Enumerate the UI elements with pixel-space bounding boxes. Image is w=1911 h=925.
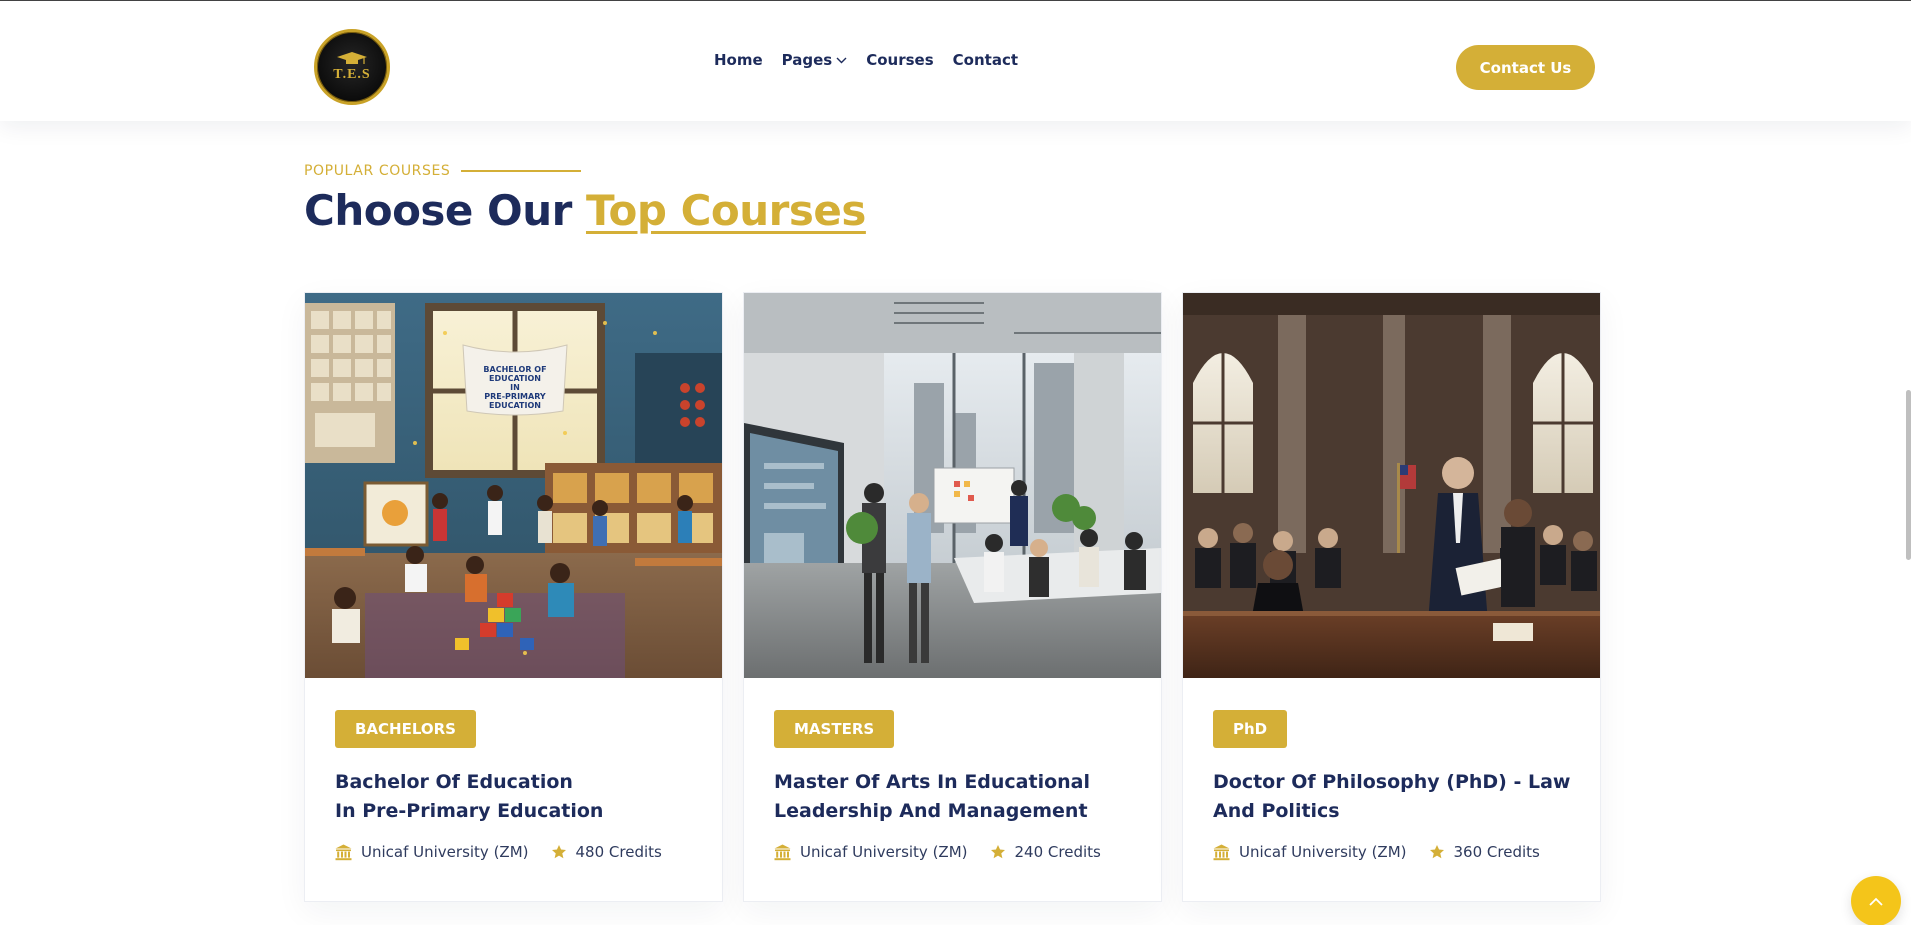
course-title-line2: Leadership And Management [774, 800, 1088, 822]
nav-home[interactable]: Home [714, 51, 763, 69]
nav-home-label: Home [714, 51, 763, 69]
institution-icon [774, 844, 791, 860]
course-university: Unicaf University (ZM) [1239, 843, 1407, 861]
institution-icon [1213, 844, 1230, 860]
star-icon [551, 845, 566, 859]
site-header: T.E.S Home Pages Courses Contact Contact… [0, 1, 1911, 121]
course-credits: 240 Credits [1014, 843, 1101, 861]
svg-text:IN: IN [510, 383, 520, 392]
course-title-line2: In Pre-Primary Education [335, 800, 604, 822]
nav-pages-label: Pages [781, 51, 833, 69]
course-credits: 360 Credits [1453, 843, 1540, 861]
course-image-office-meeting[interactable] [744, 293, 1161, 678]
eyebrow-label: POPULAR COURSES [304, 163, 451, 179]
course-image-classroom[interactable]: BACHELOR OFEDUCATIONIN PRE-PRIMARYEDUCAT… [305, 293, 722, 678]
course-title-line1: Master Of Arts In Educational [774, 771, 1091, 793]
title-accent: Top Courses [585, 186, 866, 235]
svg-text:EDUCATION: EDUCATION [489, 374, 541, 383]
logo-text: T.E.S [333, 66, 371, 82]
course-image-courtroom[interactable] [1183, 293, 1600, 678]
eyebrow-divider [461, 170, 582, 172]
nav-courses-label: Courses [866, 51, 934, 69]
course-meta: Unicaf University (ZM) 360 Credits [1213, 843, 1540, 861]
course-title-line1: Bachelor Of Education [335, 771, 573, 793]
nav-contact[interactable]: Contact [953, 51, 1018, 69]
course-title[interactable]: Doctor Of Philosophy (PhD) - Law And Poli… [1213, 768, 1573, 826]
course-level-badge[interactable]: BACHELORS [335, 710, 476, 748]
nav-pages[interactable]: Pages [782, 51, 848, 69]
section-eyebrow: POPULAR COURSES [304, 163, 582, 179]
main-nav: Home Pages Courses Contact [714, 51, 1018, 69]
course-level-badge[interactable]: PhD [1213, 710, 1288, 748]
page-scrollbar[interactable] [1906, 390, 1911, 560]
chevron-up-icon [1869, 897, 1883, 906]
course-university: Unicaf University (ZM) [361, 843, 529, 861]
course-title-line2: And Politics [1213, 800, 1340, 822]
course-university: Unicaf University (ZM) [800, 843, 968, 861]
scroll-to-top-button[interactable] [1851, 876, 1901, 925]
institution-icon [335, 844, 352, 860]
course-card-bachelors[interactable]: BACHELOR OF EDUCATION IN PRE-PRIMARY EDUCAT… [304, 292, 723, 902]
svg-text:BACHELOR OF: BACHELOR OF [483, 365, 546, 374]
nav-contact-label: Contact [952, 51, 1019, 69]
course-level-badge[interactable]: MASTERS [774, 710, 895, 748]
course-credits: 480 Credits [575, 843, 662, 861]
course-card-phd[interactable]: PhD Doctor Of Philosophy (PhD) - Law And … [1182, 292, 1601, 902]
chevron-down-icon [836, 57, 847, 63]
star-icon [990, 845, 1005, 859]
contact-us-button[interactable]: Contact Us [1456, 45, 1595, 90]
site-logo[interactable]: T.E.S [314, 29, 390, 105]
course-title[interactable]: Master Of Arts In Educational Leadership … [774, 768, 1134, 826]
nav-courses[interactable]: Courses [866, 51, 933, 69]
course-meta: Unicaf University (ZM) 240 Credits [774, 843, 1101, 861]
course-title-line1: Doctor Of Philosophy (PhD) - Law [1213, 771, 1571, 793]
svg-text:PRE-PRIMARY: PRE-PRIMARY [484, 392, 546, 401]
course-meta: Unicaf University (ZM) 480 Credits [335, 843, 662, 861]
star-icon [1429, 845, 1444, 859]
graduation-cap-icon [337, 51, 367, 64]
course-title[interactable]: Bachelor Of Education In Pre-Primary Educ… [335, 768, 695, 826]
course-card-masters[interactable]: MASTERS Master Of Arts In Educational Lea… [743, 292, 1162, 902]
title-plain: Choose Our [304, 186, 586, 235]
section-title: Choose Our Top Courses [304, 186, 866, 235]
svg-text:EDUCATION: EDUCATION [489, 401, 541, 410]
